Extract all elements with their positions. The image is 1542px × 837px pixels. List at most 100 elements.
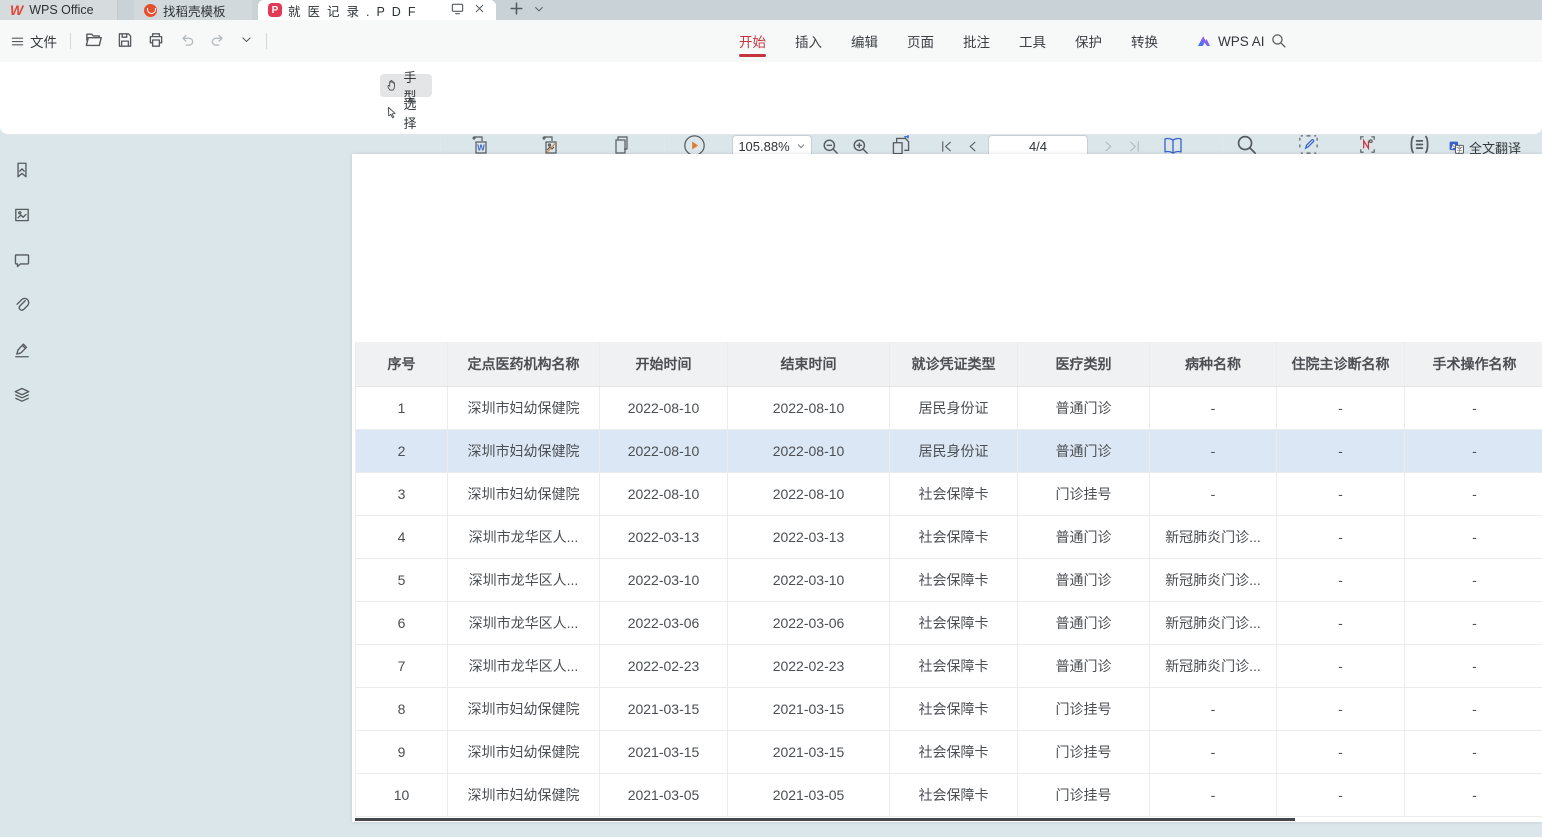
pdf-page[interactable]: 序号定点医药机构名称开始时间结束时间就诊凭证类型医疗类别病种名称住院主诊断名称手… [352, 154, 1542, 822]
monitor-share-icon[interactable] [450, 1, 465, 19]
table-cell: 新冠肺炎门诊... [1150, 559, 1277, 601]
table-cell: - [1277, 602, 1405, 644]
column-header: 病种名称 [1150, 342, 1277, 386]
wps-logo-icon: W [10, 2, 23, 18]
table-cell: - [1150, 731, 1277, 773]
table-cell: - [1405, 602, 1542, 644]
table-cell: 社会保障卡 [890, 774, 1018, 816]
tab-label: 找稻壳模板 [163, 1, 226, 20]
table-cell: - [1277, 559, 1405, 601]
table-cell: 10 [355, 774, 448, 816]
select-tool-button[interactable]: 选择 [380, 101, 432, 124]
tab-list-chevron-icon[interactable] [533, 3, 545, 18]
table-cell: - [1405, 473, 1542, 515]
table-cell: - [1405, 774, 1542, 816]
table-cell: 居民身份证 [890, 387, 1018, 429]
table-cell: 深圳市妇幼保健院 [448, 731, 600, 773]
table-cell: 深圳市妇幼保健院 [448, 774, 600, 816]
table-cell: 门诊挂号 [1018, 473, 1150, 515]
table-cell: 2022-02-23 [600, 645, 728, 687]
tab-wps-office[interactable]: W WPS Office [0, 0, 118, 20]
left-panel-sidebar [0, 135, 44, 837]
table-cell: 社会保障卡 [890, 731, 1018, 773]
column-header: 住院主诊断名称 [1277, 342, 1405, 386]
tab-docer-templates[interactable]: 找稻壳模板 [134, 0, 252, 20]
print-icon[interactable] [147, 31, 165, 52]
redo-icon [209, 31, 227, 52]
menu-search-icon[interactable] [1270, 32, 1287, 52]
table-header-row: 序号定点医药机构名称开始时间结束时间就诊凭证类型医疗类别病种名称住院主诊断名称手… [355, 342, 1542, 387]
table-cell: - [1405, 516, 1542, 558]
save-icon[interactable] [116, 31, 134, 52]
table-cell: - [1405, 731, 1542, 773]
menu-item-convert[interactable]: 转换 [1131, 21, 1158, 61]
table-cell: 深圳市龙华区人... [448, 602, 600, 644]
column-header: 手术操作名称 [1405, 342, 1542, 386]
wps-ai-label: WPS AI [1218, 34, 1265, 49]
table-cell: 社会保障卡 [890, 688, 1018, 730]
thumbnail-icon[interactable] [13, 206, 31, 227]
table-cell: 深圳市龙华区人... [448, 516, 600, 558]
table-cell: 2021-03-05 [728, 774, 890, 816]
column-header: 就诊凭证类型 [890, 342, 1018, 386]
table-cell: 2022-02-23 [728, 645, 890, 687]
bookmark-icon[interactable] [13, 161, 31, 182]
comment-icon[interactable] [13, 251, 31, 272]
table-row: 7深圳市龙华区人...2022-02-232022-02-23社会保障卡普通门诊… [355, 645, 1542, 688]
more-actions-chevron-icon[interactable] [240, 33, 253, 49]
table-cell: - [1405, 645, 1542, 687]
wps-ai-button[interactable]: WPS AI [1196, 20, 1265, 62]
menu-item-page[interactable]: 页面 [907, 21, 934, 61]
table-cell: 门诊挂号 [1018, 731, 1150, 773]
menu-item-insert[interactable]: 插入 [795, 21, 822, 61]
table-cell: - [1277, 645, 1405, 687]
table-cell: 2022-03-13 [728, 516, 890, 558]
table-cell: 2022-08-10 [600, 473, 728, 515]
tab-document-active[interactable]: P 就医记录.PDF [258, 0, 496, 20]
table-cell: 门诊挂号 [1018, 774, 1150, 816]
menu-item-edit[interactable]: 编辑 [851, 21, 878, 61]
layers-icon[interactable] [13, 386, 31, 407]
table-cell: 社会保障卡 [890, 559, 1018, 601]
table-cell: 2021-03-15 [600, 731, 728, 773]
table-cell: 普通门诊 [1018, 559, 1150, 601]
table-cell: 普通门诊 [1018, 602, 1150, 644]
menu-item-home[interactable]: 开始 [739, 21, 766, 61]
ribbon-toolbar: 手型 选择 W PDF转换 输出为图片 拆分合并 播放 105.88% 1:1 … [0, 62, 1542, 135]
medical-records-table: 序号定点医药机构名称开始时间结束时间就诊凭证类型医疗类别病种名称住院主诊断名称手… [355, 342, 1542, 817]
table-cell: 社会保障卡 [890, 516, 1018, 558]
table-cell: - [1405, 387, 1542, 429]
document-viewport[interactable]: 序号定点医药机构名称开始时间结束时间就诊凭证类型医疗类别病种名称住院主诊断名称手… [44, 135, 1542, 837]
menu-item-protect[interactable]: 保护 [1075, 21, 1102, 61]
table-cell: 深圳市龙华区人... [448, 559, 600, 601]
table-cell: 2021-03-05 [600, 774, 728, 816]
file-menu-button[interactable]: 文件 [10, 31, 57, 51]
attachment-icon[interactable] [13, 296, 31, 317]
menu-item-tools[interactable]: 工具 [1019, 21, 1046, 61]
signature-icon[interactable] [13, 341, 31, 362]
table-cell: 2022-03-10 [728, 559, 890, 601]
new-tab-icon[interactable] [508, 0, 525, 20]
table-cell: 普通门诊 [1018, 516, 1150, 558]
table-cell: 4 [355, 516, 448, 558]
table-cell: - [1277, 688, 1405, 730]
column-header: 结束时间 [728, 342, 890, 386]
table-cell: 2022-08-10 [728, 430, 890, 472]
table-cell: - [1405, 430, 1542, 472]
table-cell: 新冠肺炎门诊... [1150, 602, 1277, 644]
table-cell: 普通门诊 [1018, 430, 1150, 472]
open-file-icon[interactable] [84, 30, 103, 52]
table-row: 10深圳市妇幼保健院2021-03-052021-03-05社会保障卡门诊挂号-… [355, 774, 1542, 817]
table-cell: 1 [355, 387, 448, 429]
table-body: 1深圳市妇幼保健院2022-08-102022-08-10居民身份证普通门诊--… [355, 387, 1542, 817]
table-cell: 普通门诊 [1018, 387, 1150, 429]
close-tab-icon[interactable] [473, 2, 486, 18]
column-header: 医疗类别 [1018, 342, 1150, 386]
column-header: 开始时间 [600, 342, 728, 386]
table-cell: 新冠肺炎门诊... [1150, 516, 1277, 558]
table-row: 3深圳市妇幼保健院2022-08-102022-08-10社会保障卡门诊挂号--… [355, 473, 1542, 516]
table-cell: 2021-03-15 [728, 688, 890, 730]
table-cell: 社会保障卡 [890, 473, 1018, 515]
table-cell: - [1150, 430, 1277, 472]
menu-item-comment[interactable]: 批注 [963, 21, 990, 61]
